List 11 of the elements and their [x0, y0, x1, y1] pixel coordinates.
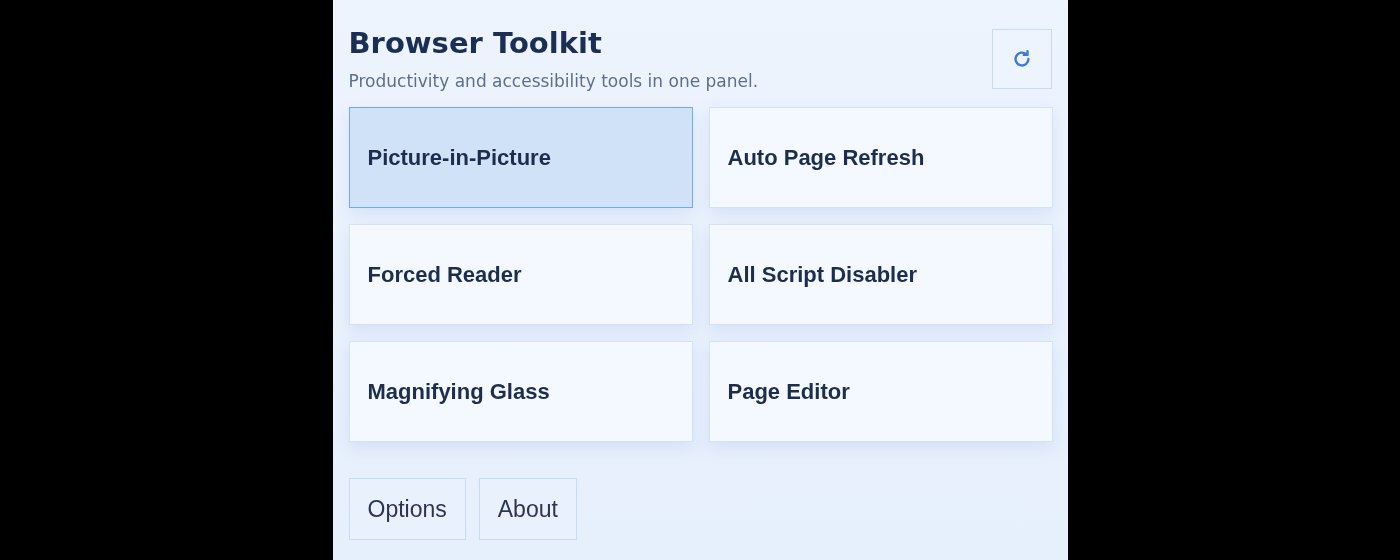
tool-tile[interactable]: Page Editor — [708, 341, 1053, 442]
footer-button[interactable]: About — [478, 478, 577, 540]
refresh-button[interactable] — [991, 29, 1052, 89]
panel-title: Browser Toolkit — [348, 26, 603, 60]
tool-tile[interactable]: Picture-in-Picture — [348, 107, 693, 208]
tool-tile[interactable]: Magnifying Glass — [348, 341, 693, 442]
panel-subtitle: Productivity and accessibility tools in one panel. — [348, 70, 759, 92]
tool-tile[interactable]: Auto Page Refresh — [708, 107, 1053, 208]
footer-button[interactable]: Options — [348, 478, 466, 540]
tool-tile[interactable]: All Script Disabler — [708, 224, 1053, 325]
tool-tile[interactable]: Forced Reader — [348, 224, 693, 325]
